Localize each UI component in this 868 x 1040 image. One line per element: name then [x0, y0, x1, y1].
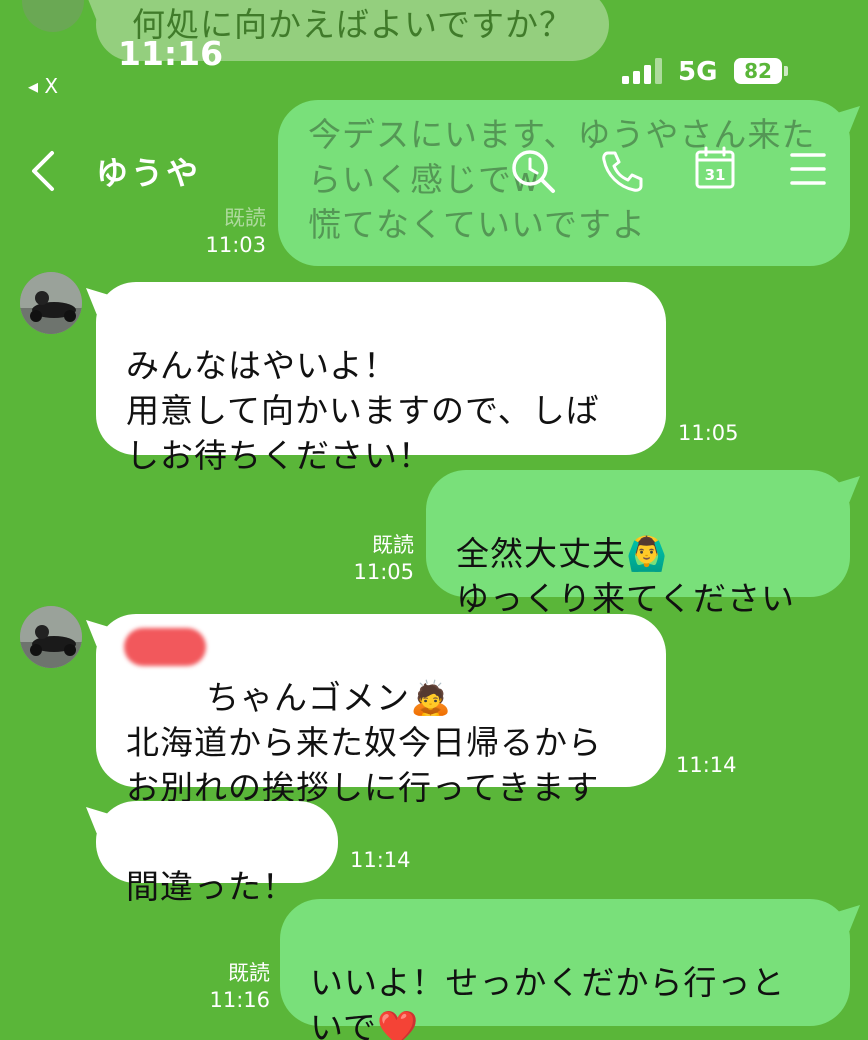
read-receipt: 既読 [224, 206, 266, 230]
message-read-meta: 既読 11:05 [340, 532, 414, 586]
message-timestamp: 11:16 [209, 988, 270, 1012]
network-type: 5G [678, 57, 718, 87]
calendar-icon[interactable]: 31 [694, 146, 736, 190]
message-timestamp: 11:14 [350, 848, 411, 872]
battery-icon: 82 [734, 58, 782, 84]
message-text: いいよ！せっかくだから行っと いで❤️ [310, 963, 786, 1040]
menu-icon[interactable] [790, 152, 826, 186]
message-bubble-outgoing: 全然大丈夫🙆‍♂️ ゆっくり来てください [426, 470, 850, 618]
message-read-meta: 既読 11:16 [196, 960, 270, 1014]
message-text: 全然大丈夫🙆‍♂️ ゆっくり来てください [456, 534, 796, 618]
status-time: 11:16 [118, 34, 224, 73]
motorcycle-avatar-image [20, 272, 82, 334]
chat-title: ゆうや [96, 154, 202, 192]
message-timestamp: 11:14 [676, 753, 737, 777]
svg-text:31: 31 [705, 166, 726, 184]
message-bubble-incoming: 間違った！ [96, 801, 338, 906]
message-text: みんなはやいよ！ 用意して向かいますので、しば しお待ちください！ [126, 346, 600, 475]
message-text: ちゃんゴメン🙇 北海道から来た奴今日帰るから お別れの挨拶しに行ってきます [126, 678, 602, 807]
back-to-app-button[interactable]: ◂ X [28, 74, 58, 98]
redaction-mark [124, 628, 206, 666]
message-bubble-incoming: みんなはやいよ！ 用意して向かいますので、しば しお待ちください！ [96, 282, 666, 475]
battery-tip [784, 66, 788, 76]
message-read-meta: 既読 11:03 [196, 205, 266, 259]
avatar-top-faded [22, 0, 84, 32]
message-timestamp: 11:05 [353, 560, 414, 584]
read-receipt: 既読 [372, 533, 414, 557]
message-timestamp: 11:03 [205, 233, 266, 257]
read-receipt: 既読 [228, 961, 270, 985]
message-timestamp: 11:05 [678, 421, 739, 445]
motorcycle-avatar-image [20, 606, 82, 668]
signal-icon [622, 58, 662, 84]
avatar[interactable] [20, 606, 82, 668]
search-icon[interactable] [510, 148, 556, 194]
message-bubble-outgoing: 今デスにいます、ゆうやさん来たらいく感じでw 慌てなくていいですよ [278, 100, 850, 266]
message-bubble-outgoing: いいよ！せっかくだから行っと いで❤️ [280, 899, 850, 1040]
message-text: 今デスにいます、ゆうやさん来たらいく感じでw 慌てなくていいですよ [308, 115, 816, 244]
phone-icon[interactable] [600, 150, 644, 192]
back-chevron-icon[interactable] [28, 150, 58, 192]
message-text: 間違った！ [126, 867, 296, 906]
avatar[interactable] [20, 272, 82, 334]
